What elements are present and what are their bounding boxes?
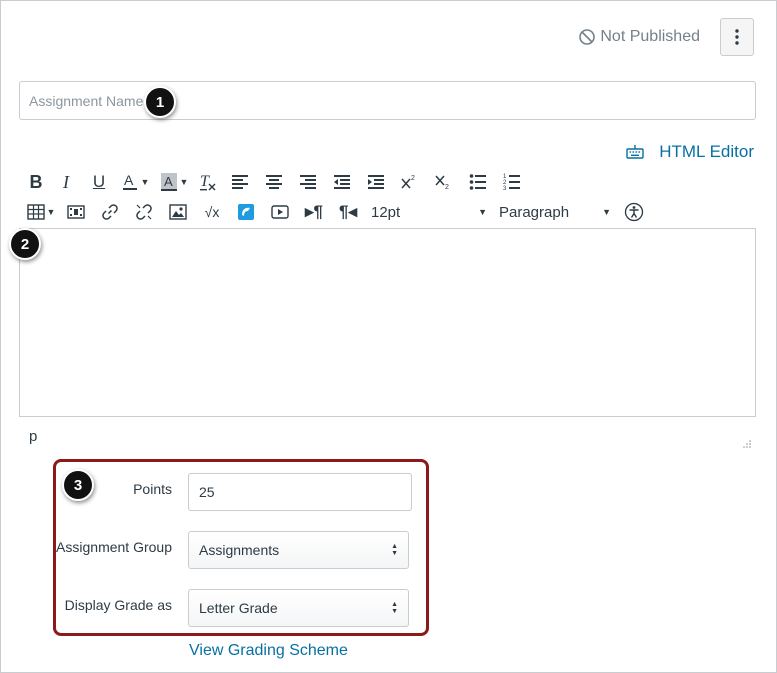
unlink-button[interactable] xyxy=(127,199,161,225)
assignment-group-select[interactable]: Assignments ▲ ▼ xyxy=(188,531,409,569)
align-center-icon xyxy=(266,175,282,189)
display-grade-value: Letter Grade xyxy=(199,600,278,616)
editor-toolbar-row-1: B I U A ▼ A ▼ T 2 2 1 2 3 xyxy=(23,169,529,195)
svg-text:T: T xyxy=(200,173,210,190)
clear-formatting-button[interactable]: T xyxy=(193,169,223,195)
image-icon xyxy=(169,204,187,220)
video-icon xyxy=(271,205,289,219)
insert-media-button[interactable] xyxy=(59,199,93,225)
not-published-icon xyxy=(579,29,596,45)
underline-button[interactable]: U xyxy=(83,169,115,195)
points-label: Points xyxy=(133,481,172,497)
insert-math-button[interactable]: √x xyxy=(195,199,229,225)
apps-button[interactable] xyxy=(229,199,263,225)
font-size-value: 12pt xyxy=(371,203,401,221)
callout-1: 1 xyxy=(144,86,176,118)
select-arrows-icon: ▲ ▼ xyxy=(391,601,398,615)
align-right-icon xyxy=(300,175,316,189)
subscript-icon: 2 xyxy=(435,175,449,191)
outdent-button[interactable] xyxy=(325,169,359,195)
header-bar: Not Published xyxy=(578,18,754,56)
align-right-button[interactable] xyxy=(291,169,325,195)
block-format-value: Paragraph xyxy=(499,203,570,221)
superscript-icon: 2 xyxy=(401,175,415,189)
numbered-list-icon: 1 2 3 xyxy=(503,174,520,191)
chevron-down-icon: ▼ xyxy=(478,207,487,217)
background-color-icon: A xyxy=(160,173,177,191)
chevron-down-icon: ▼ xyxy=(602,207,611,217)
block-format-dropdown[interactable]: Paragraph ▼ xyxy=(499,199,611,225)
select-arrows-icon: ▲ ▼ xyxy=(391,543,398,557)
italic-button[interactable]: I xyxy=(49,169,83,195)
accessibility-checker-button[interactable] xyxy=(619,199,649,225)
html-editor-label: HTML Editor xyxy=(659,142,754,161)
kebab-menu-icon xyxy=(735,29,739,45)
rtl-direction-button[interactable]: ¶◂ xyxy=(331,199,365,225)
assignment-group-label: Assignment Group xyxy=(56,539,172,555)
superscript-button[interactable]: 2 xyxy=(393,169,425,195)
svg-text:2: 2 xyxy=(411,175,415,182)
align-left-button[interactable] xyxy=(223,169,257,195)
chevron-down-icon: ▼ xyxy=(179,177,189,187)
text-color-icon: A xyxy=(122,172,137,190)
font-size-dropdown[interactable]: 12pt ▼ xyxy=(371,199,487,225)
insert-image-button[interactable] xyxy=(161,199,195,225)
view-grading-scheme-link[interactable]: View Grading Scheme xyxy=(189,642,348,660)
film-icon xyxy=(67,205,85,219)
outdent-icon xyxy=(334,175,350,189)
insert-table-button[interactable]: ▼ xyxy=(23,199,59,225)
underline-icon: U xyxy=(92,172,106,191)
accessibility-icon xyxy=(624,202,644,222)
assignment-name-input[interactable] xyxy=(19,81,756,120)
background-color-button[interactable]: A ▼ xyxy=(155,169,193,195)
chevron-down-icon: ▼ xyxy=(46,207,56,217)
table-icon xyxy=(26,204,45,220)
align-center-button[interactable] xyxy=(257,169,291,195)
numbered-list-button[interactable]: 1 2 3 xyxy=(495,169,529,195)
keyboard-icon xyxy=(626,145,644,159)
text-color-button[interactable]: A ▼ xyxy=(115,169,155,195)
display-grade-select[interactable]: Letter Grade ▲ ▼ xyxy=(188,589,409,627)
svg-text:2: 2 xyxy=(445,184,449,191)
bulleted-list-icon xyxy=(469,174,486,190)
svg-text:3: 3 xyxy=(503,186,507,191)
link-icon xyxy=(102,204,118,220)
insert-link-button[interactable] xyxy=(93,199,127,225)
publish-status-label: Not Published xyxy=(600,28,700,45)
bold-icon: B xyxy=(29,171,43,192)
more-options-button[interactable] xyxy=(720,18,754,56)
editor-toolbar-row-2: ▼ √x ▸¶ ¶◂ 12pt ▼ Paragraph ▼ xyxy=(23,199,649,225)
align-left-icon xyxy=(232,175,248,189)
chevron-down-icon: ▼ xyxy=(140,177,150,187)
lti-app-icon xyxy=(238,204,254,220)
ltr-paragraph-icon: ▸¶ xyxy=(305,202,323,221)
italic-icon: I xyxy=(63,171,69,192)
assignment-edit-panel: Not Published 1 HTML Editor B xyxy=(0,0,777,673)
bulleted-list-button[interactable] xyxy=(461,169,495,195)
indent-button[interactable] xyxy=(359,169,393,195)
bold-button[interactable]: B xyxy=(23,169,49,195)
callout-3: 3 xyxy=(62,469,94,501)
ltr-direction-button[interactable]: ▸¶ xyxy=(297,199,331,225)
display-grade-label: Display Grade as xyxy=(64,597,172,613)
publish-status[interactable]: Not Published xyxy=(578,28,700,46)
svg-text:A: A xyxy=(164,174,173,189)
element-path: p xyxy=(29,428,38,445)
rich-content-editor[interactable] xyxy=(19,228,756,417)
assignment-group-value: Assignments xyxy=(199,542,280,558)
clear-formatting-icon: T xyxy=(200,173,216,191)
embed-video-button[interactable] xyxy=(263,199,297,225)
indent-icon xyxy=(368,175,384,189)
unlink-icon xyxy=(136,204,152,220)
rtl-paragraph-icon: ¶◂ xyxy=(339,202,357,221)
points-value: 25 xyxy=(199,484,215,500)
svg-text:A: A xyxy=(124,172,134,188)
html-editor-link[interactable]: HTML Editor xyxy=(625,142,754,162)
callout-2: 2 xyxy=(9,228,41,260)
square-root-icon: √x xyxy=(204,204,220,220)
points-input[interactable]: 25 xyxy=(188,473,412,511)
resize-handle-icon[interactable] xyxy=(742,439,752,449)
subscript-button[interactable]: 2 xyxy=(425,169,461,195)
